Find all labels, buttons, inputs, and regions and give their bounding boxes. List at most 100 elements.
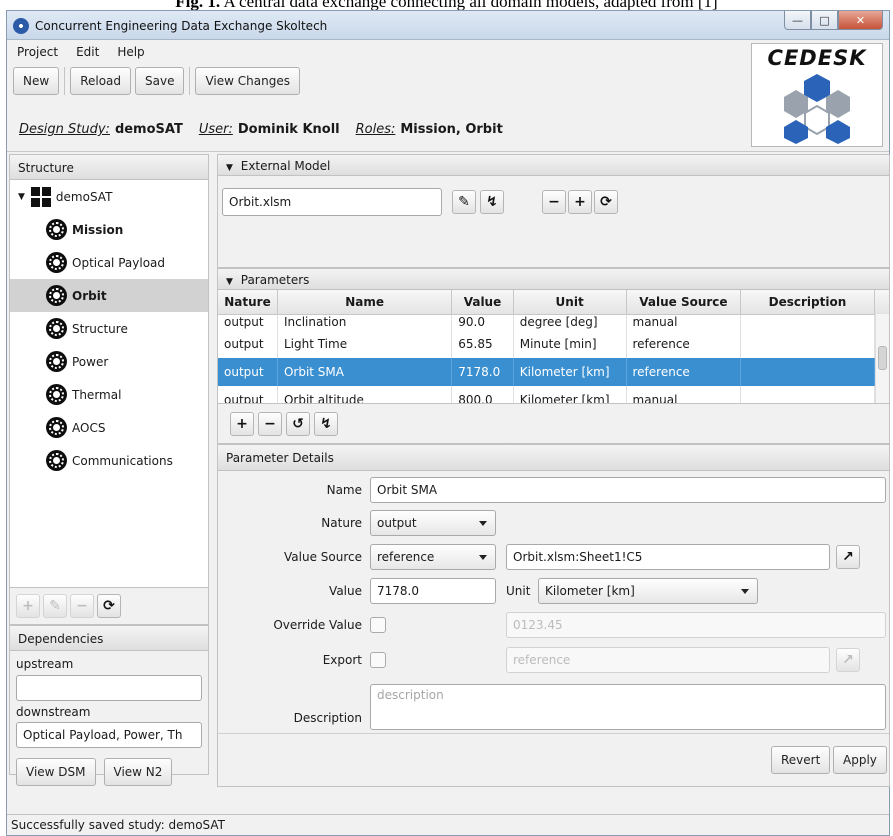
name-field[interactable]: Orbit SMA [370,477,886,503]
external-model-file[interactable]: Orbit.xlsm [222,188,442,216]
view-dsm-button[interactable]: View DSM [16,758,96,786]
structure-tree[interactable]: ▼ demoSAT Mission Optical Payload Orbit … [9,180,209,588]
table-cell: 800.0 [451,386,514,403]
tree-item-label: Structure [72,321,128,336]
col-value[interactable]: Value [451,290,514,315]
user-value: Dominik Knoll [237,122,340,137]
save-button[interactable]: Save [135,67,185,95]
new-button[interactable]: New [13,67,60,95]
menu-project[interactable]: Project [17,41,58,63]
menu-help[interactable]: Help [117,41,144,63]
table-row-selected[interactable]: output Orbit SMA 7178.0 Kilometer [km] r… [218,358,889,386]
col-unit[interactable]: Unit [513,290,627,315]
parameters-header[interactable]: ▼ Parameters [217,268,890,290]
chevron-down-icon [479,521,487,526]
header-divider [7,151,889,152]
execute-model-button[interactable]: ↯ [480,190,504,214]
export-link-icon[interactable]: ↗ [836,648,860,672]
add-parameter-button[interactable]: + [230,411,254,436]
value-field[interactable]: 7178.0 [370,578,496,604]
tree-item-label: Mission [72,222,124,237]
tree-item-power[interactable]: Power [10,345,208,378]
export-field[interactable]: reference [506,647,830,673]
unit-select[interactable]: Kilometer [km] [538,578,758,604]
tree-item-label: Orbit [72,288,107,303]
tree-item-optical-payload[interactable]: Optical Payload [10,246,208,279]
app-window: Concurrent Engineering Data Exchange Sko… [6,10,890,836]
tree-item-label: Communications [72,453,173,468]
view-changes-button[interactable]: View Changes [195,67,300,95]
tree-item-structure[interactable]: Structure [10,312,208,345]
close-button[interactable]: ✕ [838,11,883,30]
expand-arrow-icon[interactable]: ▼ [18,192,25,202]
upstream-label: upstream [16,657,74,671]
table-cell: Kilometer [km] [513,386,627,403]
downstream-label: downstream [16,705,91,719]
description-field[interactable]: description [370,684,886,730]
value-source-label: Value Source [284,550,362,564]
upstream-field[interactable] [16,675,202,701]
table-scrollbar[interactable] [875,314,889,403]
col-value-source[interactable]: Value Source [626,290,742,315]
export-checkbox[interactable] [370,652,386,668]
menu-edit[interactable]: Edit [76,41,99,63]
subsystem-icon [46,285,67,306]
tree-item-orbit[interactable]: Orbit [10,279,208,312]
parameters-table-container: Nature Name Value Unit Value Source Desc… [217,290,890,404]
table-cell [740,314,875,330]
open-link-icon[interactable]: ↗ [836,545,860,569]
add-node-button[interactable]: + [16,594,40,618]
tree-item-aocs[interactable]: AOCS [10,411,208,444]
apply-button[interactable]: Apply [833,746,887,774]
unit-label: Unit [506,584,531,598]
override-checkbox[interactable] [370,617,386,633]
table-row[interactable]: output Orbit altitude 800.0 Kilometer [k… [218,386,889,403]
table-cell: manual [626,314,742,330]
tree-item-thermal[interactable]: Thermal [10,378,208,411]
value-source-select[interactable]: reference [370,544,496,570]
calculate-button[interactable]: ↯ [314,411,338,436]
tree-item-communications[interactable]: Communications [10,444,208,477]
name-label: Name [326,483,362,497]
remove-model-button[interactable]: − [542,190,566,214]
revert-button[interactable]: Revert [771,746,831,774]
nature-select[interactable]: output [370,510,496,536]
view-n2-button[interactable]: View N2 [103,758,173,786]
status-bar: Successfully saved study: demoSAT [7,814,889,835]
downstream-field[interactable]: Optical Payload, Power, Th [16,722,202,748]
table-cell [740,330,875,358]
override-value-field[interactable]: 0123.45 [506,612,886,638]
external-model-panel: Orbit.xlsm ✎ ↯ − + ⟳ [217,176,890,268]
dependencies-header: Dependencies [9,625,209,651]
table-row[interactable]: output Inclination 90.0 degree [deg] man… [218,314,889,330]
logo-emblem-icon [784,74,850,144]
tree-item-mission[interactable]: Mission [10,213,208,246]
minimize-button[interactable]: — [784,11,811,30]
col-name[interactable]: Name [277,290,453,315]
chevron-down-icon [741,589,749,594]
table-cell [740,386,875,403]
refresh-model-button[interactable]: ⟳ [594,190,618,214]
scrollbar-thumb[interactable] [878,346,887,370]
table-row[interactable]: output Light Time 65.85 Minute [min] ref… [218,330,889,358]
tree-item-label: AOCS [72,420,106,435]
add-model-button[interactable]: + [568,190,592,214]
history-button[interactable]: ↺ [286,411,310,436]
col-description[interactable]: Description [740,290,875,315]
table-cell: Inclination [277,314,453,330]
external-model-header[interactable]: ▼ External Model [217,154,890,176]
reload-button[interactable]: Reload [70,67,132,95]
edit-model-button[interactable]: ✎ [452,190,476,214]
table-cell: output [218,358,278,386]
remove-node-button[interactable]: − [70,594,94,618]
tree-item-label: Optical Payload [72,255,165,270]
nature-label: Nature [321,516,362,530]
maximize-button[interactable]: □ [811,11,838,30]
table-cell: output [218,314,278,330]
remove-parameter-button[interactable]: − [258,411,282,436]
refresh-node-button[interactable]: ⟳ [97,594,121,618]
tree-root[interactable]: ▼ demoSAT [10,180,208,213]
col-nature[interactable]: Nature [218,290,278,315]
source-reference-field[interactable]: Orbit.xlsm:Sheet1!C5 [506,544,830,570]
edit-node-button[interactable]: ✎ [43,594,67,618]
